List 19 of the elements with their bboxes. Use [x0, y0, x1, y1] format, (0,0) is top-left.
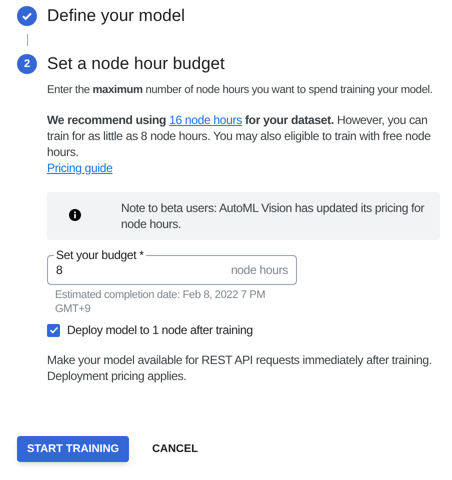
checkbox-label: Deploy model to 1 node after training [67, 322, 253, 338]
field-suffix: node hours [230, 262, 288, 278]
pricing-guide-link[interactable]: Pricing guide [47, 160, 112, 176]
step-title: Set a node hour budget [47, 53, 225, 75]
recommended-hours-link[interactable]: 16 node hours [169, 113, 242, 127]
recommendation-text: We recommend using 16 node hours for your dataset. However, you can train for as little as 8 node hours. You may also eligible to train with free node hours. [47, 112, 432, 160]
deployment-note: Make your model available for REST API requests immediately after training. Deployment pricing applies. [47, 352, 433, 384]
helper-text: Estimated completion date: Feb 8, 2022 7 PM GMT+9 [55, 288, 266, 316]
instruction-text: Enter the maximum number of node hours you want to spend training your model. [47, 83, 434, 98]
cancel-button[interactable]: CANCEL [146, 436, 204, 462]
start-training-button[interactable]: START TRAINING [17, 436, 130, 462]
notice-text: Note to beta users: AutoML Vision has updated its pricing for node hours. [121, 200, 426, 232]
budget-field[interactable]: Set your budget * 8 node hours [47, 248, 297, 285]
step-number: 2 [17, 54, 37, 74]
step-title: Define your model [47, 5, 185, 27]
field-label: Set your budget * [55, 248, 145, 262]
info-icon [69, 209, 81, 221]
field-value: 8 [56, 262, 64, 278]
checkbox[interactable] [47, 324, 60, 336]
